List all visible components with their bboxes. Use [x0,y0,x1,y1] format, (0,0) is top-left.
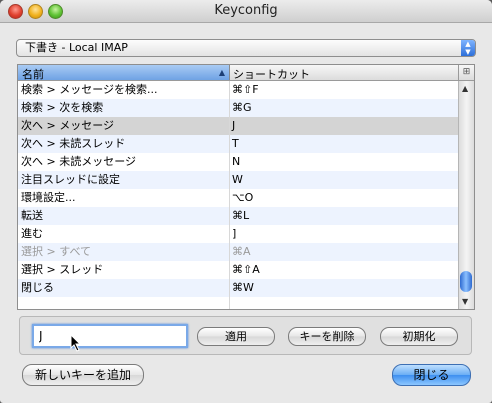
table-row[interactable]: 環境設定... ⌥O [18,189,458,207]
title-bar: Keyconfig [0,0,492,23]
column-options-icon[interactable]: ⊞ [458,65,474,80]
table-row[interactable]: 次へ > 未読スレッド T [18,135,458,153]
row-shortcut-cell: J [232,119,236,132]
table-row[interactable]: 選択 > すべて ⌘A [18,243,458,261]
shortcut-table[interactable]: 名前 ▲ ショートカット ⊞ 検索 > メッセージを検索... ⌘⇧F 検索 > 次… [17,64,475,310]
table-row[interactable]: 注目スレッドに設定 W [18,171,458,189]
table-row[interactable]: 次へ > メッセージ J [18,117,458,135]
account-popup[interactable]: 下書き - Local IMAP ▲ ▼ [16,39,476,57]
row-shortcut-cell: ⌘⇧A [232,263,260,276]
table-row[interactable]: 検索 > メッセージを検索... ⌘⇧F [18,81,458,99]
row-name-cell: 検索 > メッセージを検索... [21,83,158,96]
row-shortcut-cell: ⌘L [232,209,250,222]
window-title: Keyconfig [214,3,278,18]
scroll-down-icon[interactable]: ▼ [462,297,468,306]
row-name-cell: 閉じる [21,281,54,294]
row-name-cell: 選択 > スレッド [21,263,104,276]
row-shortcut-cell: ⌥O [232,191,254,204]
row-shortcut-cell: ⌘G [232,101,252,114]
sort-ascending-icon: ▲ [218,68,225,77]
column-divider [229,81,230,309]
account-popup-label: 下書き - Local IMAP [25,41,128,54]
keyconfig-window: Keyconfig 下書き - Local IMAP ▲ ▼ 名前 ▲ ショートカ… [0,0,492,403]
popup-arrows-icon: ▲ ▼ [461,40,475,56]
table-header: 名前 ▲ ショートカット ⊞ [18,65,474,81]
table-row[interactable]: 進む] [18,225,458,243]
column-header-shortcut[interactable]: ショートカット [230,66,310,82]
reset-button[interactable]: 初期化 [380,327,458,346]
row-name-cell: 進む [21,227,43,240]
scroll-thumb[interactable] [460,271,472,292]
row-shortcut-cell: ⌘A [232,245,251,258]
row-name-cell: 転送 [21,209,43,222]
table-row[interactable]: 転送 ⌘L [18,207,458,225]
row-name-cell: 次へ > 未読スレッド [21,137,126,150]
table-row[interactable]: 次へ > 未読メッセージ N [18,153,458,171]
row-name-cell: 注目スレッドに設定 [21,173,120,186]
row-shortcut-cell: ⌘⇧F [232,83,259,96]
key-input-field[interactable] [32,324,188,348]
row-shortcut-cell: ] [232,227,237,240]
row-shortcut-cell: W [232,173,243,186]
scroll-up-icon[interactable]: ▲ [462,84,468,93]
table-row[interactable]: 閉じる ⌘W [18,279,458,297]
add-new-key-button[interactable]: 新しいキーを追加 [22,364,144,386]
row-name-cell: 次へ > メッセージ [21,119,114,132]
table-row[interactable]: 選択 > スレッド ⌘⇧A [18,261,458,279]
row-name-cell: 環境設定... [21,191,76,204]
row-shortcut-cell: T [232,137,239,150]
row-name-cell: 検索 > 次を検索 [21,101,104,114]
column-header-name[interactable]: 名前 ▲ [18,65,230,81]
row-shortcut-cell: ⌘W [232,281,254,294]
apply-button[interactable]: 適用 [197,327,275,346]
column-header-name-label: 名前 [22,68,44,81]
table-row[interactable]: 検索 > 次を検索 ⌘G [18,99,458,117]
close-button[interactable]: 閉じる [392,364,471,386]
row-shortcut-cell: N [232,155,241,168]
row-name-cell: 選択 > すべて [21,245,91,258]
key-input[interactable] [37,326,181,346]
row-name-cell: 次へ > 未読メッセージ [21,155,136,168]
delete-key-button[interactable]: キーを削除 [288,327,366,346]
vertical-scrollbar[interactable]: ▲ ▼ [458,81,474,309]
table-body: 検索 > メッセージを検索... ⌘⇧F 検索 > 次を検索 ⌘G 次へ > メッセージ… [18,81,458,297]
